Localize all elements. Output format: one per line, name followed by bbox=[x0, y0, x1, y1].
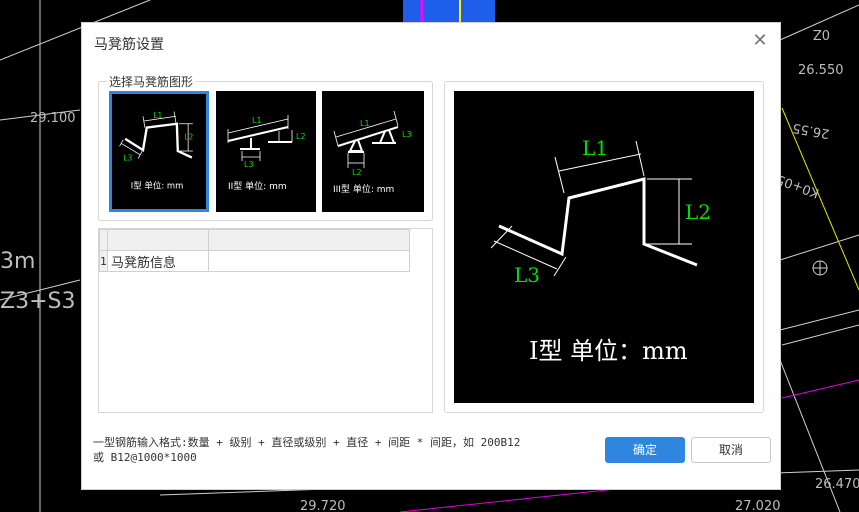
svg-text:L3: L3 bbox=[123, 153, 132, 162]
cad-label: 27.020 bbox=[735, 499, 781, 512]
svg-text:L1: L1 bbox=[153, 111, 162, 120]
ok-button[interactable]: 确定 bbox=[605, 437, 685, 463]
svg-text:L2: L2 bbox=[352, 168, 362, 177]
cad-label: 26.55 bbox=[791, 120, 830, 141]
type-1-shape-icon: L1 L2 L3 I型 单位: mm bbox=[119, 111, 194, 191]
row-value-cell[interactable] bbox=[208, 250, 410, 272]
svg-text:L3: L3 bbox=[402, 130, 412, 139]
dialog-title: 马凳筋设置 bbox=[94, 37, 164, 53]
cad-label: 29.720 bbox=[300, 499, 346, 512]
column-header-name bbox=[107, 229, 209, 251]
group-label: 选择马凳筋图形 bbox=[107, 73, 196, 90]
table-header-row bbox=[99, 229, 410, 251]
shape-option-type-1[interactable]: L1 L2 L3 I型 单位: mm bbox=[109, 91, 209, 212]
shape-caption: I型 单位: mm bbox=[131, 181, 184, 191]
svg-text:L1: L1 bbox=[252, 116, 262, 125]
svg-text:L3: L3 bbox=[514, 263, 540, 287]
cancel-button[interactable]: 取消 bbox=[691, 437, 771, 463]
row-name-cell: 马凳筋信息 bbox=[107, 250, 209, 272]
input-format-hint: 一型钢筋输入格式:数量 + 级别 + 直径或级别 + 直径 + 间距 * 间距，… bbox=[93, 436, 521, 464]
shape-option-type-3[interactable]: L1 L3 L2 III型 单位: mm bbox=[322, 91, 424, 212]
svg-text:L2: L2 bbox=[685, 200, 711, 224]
stool-bar-info-table: 1 马凳筋信息 bbox=[98, 228, 433, 413]
svg-text:L3: L3 bbox=[244, 160, 254, 169]
cad-label: 3m bbox=[0, 249, 35, 274]
svg-text:L2: L2 bbox=[296, 132, 306, 141]
shape-option-type-2[interactable]: L1 L2 L3 II型 单位: mm bbox=[216, 91, 316, 212]
svg-text:L1: L1 bbox=[360, 119, 370, 128]
svg-text:L2: L2 bbox=[184, 133, 193, 142]
cad-label: 29.100 bbox=[30, 111, 76, 126]
shape-caption: III型 单位: mm bbox=[333, 183, 394, 195]
close-icon[interactable]: ✕ bbox=[750, 31, 770, 51]
type-3-shape-icon: L1 L3 L2 III型 单位: mm bbox=[333, 110, 412, 195]
stool-bar-settings-dialog: 马凳筋设置 ✕ 选择马凳筋图形 L1 L2 L3 I型 单位: mm L1 L2… bbox=[81, 22, 781, 490]
shape-caption: II型 单位: mm bbox=[228, 180, 287, 192]
column-header-value bbox=[208, 229, 410, 251]
cad-label: Z3+S3 bbox=[0, 289, 75, 314]
cad-label: 26.470 bbox=[815, 477, 859, 492]
table-row: 1 马凳筋信息 bbox=[99, 250, 410, 272]
shape-selection-group: 选择马凳筋图形 L1 L2 L3 I型 单位: mm L1 L2 L3 II型 … bbox=[98, 73, 433, 221]
type-2-shape-icon: L1 L2 L3 II型 单位: mm bbox=[227, 115, 306, 192]
type-1-preview-drawing: L1 L2 L3 I型 单位：mm bbox=[490, 136, 711, 365]
cad-label: 26.550 bbox=[798, 63, 844, 78]
preview-caption: I型 单位：mm bbox=[529, 337, 688, 365]
svg-text:L1: L1 bbox=[582, 136, 608, 160]
shape-preview-panel: L1 L2 L3 I型 单位：mm bbox=[444, 81, 764, 413]
row-number: 1 bbox=[99, 250, 108, 272]
cad-label: 0Z bbox=[813, 26, 830, 41]
